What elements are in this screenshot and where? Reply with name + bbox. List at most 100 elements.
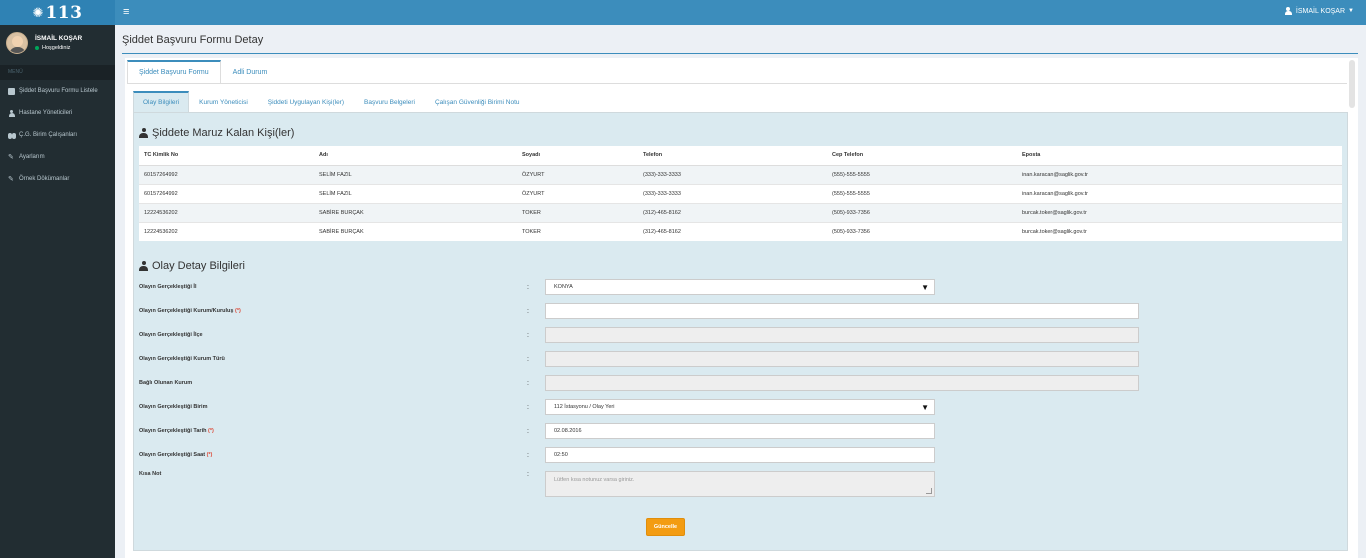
logo-emblem-icon: ✺ — [32, 4, 44, 20]
user-icon — [139, 128, 148, 138]
user-icon — [8, 109, 15, 117]
field-label: Olayın Gerçekleştiği Tarih (*) — [139, 428, 214, 434]
user-menu[interactable]: İSMAİL KOŞAR ▼ — [1284, 7, 1354, 15]
required-mark: (*) — [206, 452, 213, 458]
wrench-icon: ✎ — [8, 153, 14, 161]
subtab-perpetrators[interactable]: Şiddeti Uygulayan Kişi(ler) — [258, 91, 354, 113]
menu-header: MENÜ — [0, 65, 115, 80]
incident-panel: Şiddete Maruz Kalan Kişi(ler) TC Kimlik … — [133, 112, 1348, 551]
column-header: TC Kimlik No — [139, 146, 314, 166]
update-button[interactable]: Güncelle — [646, 518, 685, 536]
province-select[interactable]: KONYA — [545, 279, 935, 295]
tab-legal-status[interactable]: Adli Durum — [221, 60, 280, 84]
cell-phone: (333)-333-3333 — [638, 183, 827, 203]
cell-mobile: (505)-933-7356 — [827, 221, 1017, 241]
tab-content: Olay Bilgileri Kurum Yöneticisi Şiddeti … — [133, 91, 1348, 551]
users-icon — [8, 132, 16, 139]
cell-surname: TOKER — [517, 221, 638, 241]
column-header: Eposta — [1017, 146, 1342, 166]
table-row: 60157264992 SELİM FAZIL ÖZYURT (333)-333… — [139, 164, 1342, 184]
user-status: Hoşgeldiniz — [35, 45, 82, 51]
user-menu-name: İSMAİL KOŞAR — [1295, 7, 1346, 15]
cell-email: burcak.toker@saglik.gov.tr — [1017, 202, 1342, 222]
cell-email: inan.karacan@saglik.gov.tr — [1017, 183, 1342, 203]
sidebar-user-name: İSMAİL KOŞAR — [35, 35, 83, 42]
subtab-institution-manager[interactable]: Kurum Yöneticisi — [189, 91, 258, 113]
app-logo[interactable]: ✺ 113 — [0, 0, 115, 25]
cell-phone: (312)-465-8162 — [638, 221, 827, 241]
column-header: Soyadı — [517, 146, 638, 166]
sidebar-item-settings[interactable]: ✎ Ayarlarım — [0, 146, 115, 168]
time-input[interactable]: 02:50 — [545, 447, 935, 463]
field-label: Olayın Gerçekleştiği Kurum/Kuruluş (*) — [139, 308, 241, 314]
user-panel: İSMAİL KOŞAR Hoşgeldiniz — [0, 25, 115, 61]
sidebar-item-label: Hastane Yöneticileri — [19, 110, 73, 116]
field-label: Olayın Gerçekleştiği Kurum Türü — [139, 356, 225, 362]
main-tabs: Şiddet Başvuru Formu Adli Durum — [127, 60, 279, 84]
cell-email: burcak.toker@saglik.gov.tr — [1017, 221, 1342, 241]
form-row-institution: Olayın Gerçekleştiği Kurum/Kuruluş (*) : — [139, 303, 1339, 319]
form-row-date: Olayın Gerçekleştiği Tarih (*) : 02.08.2… — [139, 423, 1339, 439]
user-status-label: Hoşgeldiniz — [42, 45, 71, 51]
date-input[interactable]: 02.08.2016 — [545, 423, 935, 439]
cell-mobile: (505)-933-7356 — [827, 202, 1017, 222]
logo-text: 113 — [45, 2, 83, 23]
sidebar-item-unit-employees[interactable]: Ç.G. Birim Çalışanları — [0, 124, 115, 146]
cell-email: inan.karacan@saglik.gov.tr — [1017, 164, 1342, 184]
cell-tc: 12224536202 — [139, 221, 314, 241]
sidebar-item-label: Ç.G. Birim Çalışanları — [19, 132, 78, 138]
victims-table: TC Kimlik No Adı Soyadı Telefon Cep Tele… — [139, 146, 1342, 241]
tabs-divider — [127, 83, 1347, 84]
cell-surname: TOKER — [517, 202, 638, 222]
form-row-district: Olayın Gerçekleştiği İlçe : — [139, 327, 1339, 343]
form-row-province: Olayın Gerçekleştiği İl : KONYA — [139, 279, 1339, 295]
cell-name: SELİM FAZIL — [314, 183, 517, 203]
main-content: Şiddet Başvuru Formu Detay Şiddet Başvur… — [115, 25, 1366, 558]
institution-input[interactable] — [545, 303, 1139, 319]
user-icon — [1284, 7, 1292, 15]
field-label: Bağlı Olunan Kurum — [139, 380, 193, 386]
colon: : — [527, 307, 529, 315]
short-note-textarea[interactable]: Lütfen kısa notunuz varsa giriniz. — [545, 471, 935, 497]
sidebar-toggle-icon[interactable]: ≡ — [123, 5, 129, 19]
column-header: Adı — [314, 146, 517, 166]
colon: : — [527, 403, 529, 411]
cell-phone: (312)-465-8162 — [638, 202, 827, 222]
field-label: Olayın Gerçekleştiği Saat (*) — [139, 452, 213, 458]
table-row: 60157264992 SELİM FAZIL ÖZYURT (333)-333… — [139, 183, 1342, 203]
sidebar-item-hospital-managers[interactable]: Hastane Yöneticileri — [0, 102, 115, 124]
colon: : — [527, 355, 529, 363]
sidebar-item-label: Ayarlarım — [19, 154, 45, 160]
cell-tc: 60157264992 — [139, 183, 314, 203]
subtab-safety-unit-note[interactable]: Çalışan Güvenliği Birimi Notu — [425, 91, 530, 113]
colon: : — [527, 283, 529, 291]
required-mark: (*) — [207, 428, 214, 434]
scrollbar[interactable] — [1349, 60, 1355, 108]
form-row-short-note: Kısa Not : Lütfen kısa notunuz varsa gir… — [139, 471, 1339, 497]
sidebar-item-sample-documents[interactable]: ✎ Örnek Dökümanlar — [0, 168, 115, 190]
form-row-time: Olayın Gerçekleştiği Saat (*) : 02:50 — [139, 447, 1339, 463]
form-row-institution-type: Olayın Gerçekleştiği Kurum Türü : — [139, 351, 1339, 367]
colon: : — [527, 427, 529, 435]
cell-mobile: (555)-555-5555 — [827, 183, 1017, 203]
sidebar-item-form-list[interactable]: Şiddet Başvuru Formu Listele — [0, 80, 115, 102]
field-label: Kısa Not — [139, 471, 162, 477]
unit-select[interactable]: 112 İstasyonu / Olay Yeri — [545, 399, 935, 415]
user-icon — [139, 261, 148, 271]
table-row: 12224536202 SABİRE BURÇAK TOKER (312)-46… — [139, 221, 1342, 241]
field-label: Olayın Gerçekleştiği İl — [139, 284, 197, 290]
cell-name: SABİRE BURÇAK — [314, 221, 517, 241]
book-icon — [8, 87, 15, 95]
sidebar-item-label: Örnek Dökümanlar — [19, 176, 70, 182]
online-dot-icon — [35, 46, 39, 50]
subtab-incident-info[interactable]: Olay Bilgileri — [133, 91, 190, 113]
details-section-title: Olay Detay Bilgileri — [139, 260, 245, 272]
subtab-application-documents[interactable]: Başvuru Belgeleri — [354, 91, 425, 113]
sub-tabs: Olay Bilgileri Kurum Yöneticisi Şiddeti … — [133, 91, 530, 113]
cell-name: SABİRE BURÇAK — [314, 202, 517, 222]
column-header: Telefon — [638, 146, 827, 166]
field-label: Olayın Gerçekleştiği İlçe — [139, 332, 203, 338]
victims-title: Şiddete Maruz Kalan Kişi(ler) — [152, 127, 295, 139]
tab-violence-form[interactable]: Şiddet Başvuru Formu — [127, 60, 221, 84]
cell-phone: (333)-333-3333 — [638, 164, 827, 184]
